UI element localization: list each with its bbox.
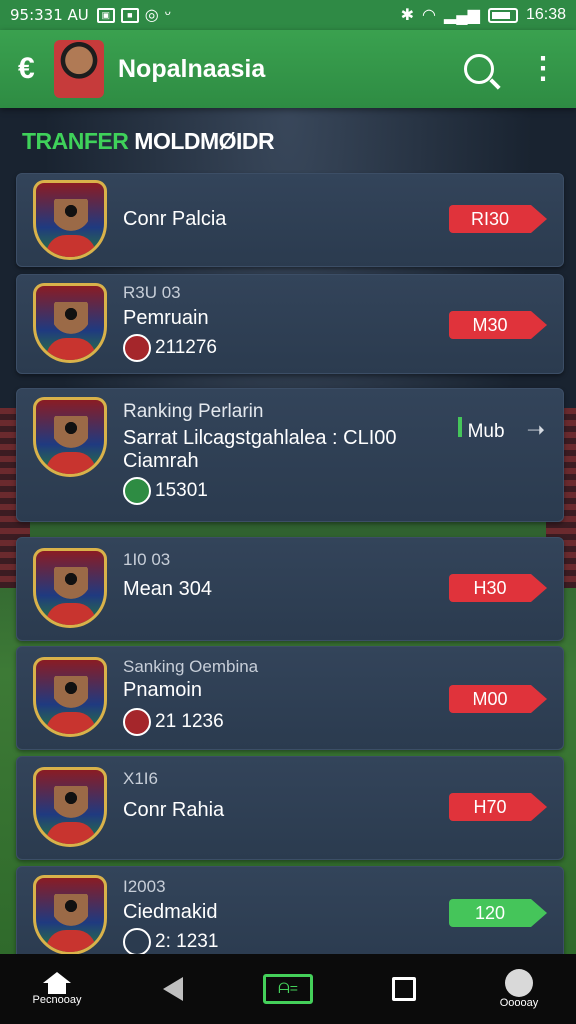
list-item[interactable]: I2003 Ciedmakid 2: 1231 120 bbox=[16, 866, 564, 966]
player-badge bbox=[33, 875, 107, 955]
back-icon[interactable]: € bbox=[18, 52, 48, 86]
player-stat: 21 1236 bbox=[155, 711, 224, 732]
player-meta: Sanking Oembina bbox=[123, 657, 259, 676]
app-bar: € Nopalnaasia ⋮ bbox=[0, 30, 576, 108]
price-label: 120 bbox=[449, 899, 531, 927]
person-icon bbox=[505, 969, 533, 997]
nav-home-label: Pecnooay bbox=[32, 994, 82, 1006]
signal-icon: ▂▄▆ bbox=[444, 7, 480, 24]
list-item[interactable]: X1I6 Conr Rahia H70 bbox=[16, 756, 564, 860]
image-icon: ▣ bbox=[96, 7, 115, 23]
status-time: 95:331 AU bbox=[10, 6, 89, 24]
back-triangle-icon bbox=[162, 977, 183, 1001]
list-item[interactable]: Ranking Perlarin Sarrat Lilcagstgahlalea… bbox=[16, 388, 564, 522]
player-meta: R3U 03 bbox=[123, 283, 181, 302]
nav-screen[interactable]: ᗩ= bbox=[253, 974, 323, 1004]
stat-icon bbox=[123, 477, 151, 505]
price-label: RI30 bbox=[449, 205, 531, 233]
battery-icon bbox=[487, 7, 518, 23]
player-name-secondary: Ciamrah bbox=[123, 450, 199, 472]
price-button[interactable]: H30 bbox=[449, 574, 547, 602]
list-item[interactable]: R3U 03 Pemruain 211276 M30 bbox=[16, 274, 564, 374]
player-meta: Ranking Perlarin bbox=[123, 401, 264, 422]
price-button[interactable]: RI30 bbox=[449, 205, 547, 233]
player-name: Mean 304 bbox=[123, 578, 212, 600]
home-icon bbox=[43, 972, 71, 994]
app-title: Nopalnaasia bbox=[118, 54, 266, 83]
player-name: Conr Palcia bbox=[123, 208, 227, 230]
player-meta: X1I6 bbox=[123, 769, 158, 788]
screen-icon: ᗩ= bbox=[263, 974, 313, 1004]
forward-arrow-icon: ➝ bbox=[526, 417, 545, 442]
player-name: Ciedmakid bbox=[123, 901, 218, 923]
price-label: H30 bbox=[449, 574, 531, 602]
nav-profile[interactable]: Ooooay bbox=[484, 969, 554, 1009]
player-badge bbox=[33, 283, 107, 363]
list-item[interactable]: Sanking Oembina Pnamoin 21 1236 M00 bbox=[16, 646, 564, 750]
status-bar: 95:331 AU ▣ ■ ◎ ᵕ ✱ ◠ ▂▄▆ 16:38 bbox=[0, 0, 576, 30]
player-stat: 15301 bbox=[155, 480, 208, 501]
more-menu-icon[interactable]: ⋮ bbox=[528, 54, 558, 84]
stat-icon bbox=[123, 928, 151, 956]
list-item[interactable]: Conr Palcia RI30 bbox=[16, 173, 564, 267]
price-label: M00 bbox=[449, 685, 531, 713]
player-badge bbox=[33, 180, 107, 260]
avatar[interactable] bbox=[54, 40, 104, 98]
mub-action[interactable]: Mub ➝ bbox=[457, 417, 545, 443]
price-button[interactable]: M30 bbox=[449, 311, 547, 339]
status-right-time: 16:38 bbox=[525, 6, 566, 23]
price-button[interactable]: 120 bbox=[449, 899, 547, 927]
player-meta: 1I0 03 bbox=[123, 550, 171, 569]
dot-icon: ᵕ bbox=[164, 6, 171, 23]
player-badge bbox=[33, 397, 107, 477]
square-icon bbox=[391, 977, 416, 1001]
nav-home[interactable]: Pecnooay bbox=[22, 972, 92, 1006]
player-stat: 2: 1231 bbox=[155, 931, 219, 952]
price-label: M30 bbox=[449, 311, 531, 339]
player-badge bbox=[33, 657, 107, 737]
nav-back[interactable] bbox=[138, 977, 208, 1001]
player-badge bbox=[33, 548, 107, 628]
wifi-icon: ◠ bbox=[422, 7, 436, 24]
bluetooth-icon: ✱ bbox=[400, 7, 415, 24]
nav-recents[interactable] bbox=[369, 977, 439, 1001]
box-icon: ■ bbox=[120, 7, 139, 23]
player-name: Pemruain bbox=[123, 307, 209, 329]
player-name: Pnamoin bbox=[123, 679, 202, 701]
player-stat: 211276 bbox=[155, 337, 217, 358]
player-name: Conr Rahia bbox=[123, 799, 225, 821]
page-title: TRANFER MOLDMØIDR bbox=[22, 128, 275, 155]
price-button[interactable]: M00 bbox=[449, 685, 547, 713]
player-meta: I2003 bbox=[123, 877, 166, 896]
search-icon[interactable] bbox=[464, 54, 494, 84]
page-title-green: TRANFER bbox=[22, 128, 129, 154]
mub-label: Mub bbox=[467, 421, 505, 442]
stat-icon bbox=[123, 334, 151, 362]
player-name: Sarrat Lilcagstgahlalea : CLI00 bbox=[123, 427, 397, 449]
nav-profile-label: Ooooay bbox=[499, 997, 539, 1009]
price-label: H70 bbox=[449, 793, 531, 821]
list-item[interactable]: 1I0 03 Mean 304 H30 bbox=[16, 537, 564, 641]
player-badge bbox=[33, 767, 107, 847]
bottom-nav: Pecnooay ᗩ= Ooooay bbox=[0, 954, 576, 1024]
price-button[interactable]: H70 bbox=[449, 793, 547, 821]
stat-icon bbox=[123, 708, 151, 736]
page-title-white: MOLDMØIDR bbox=[128, 128, 275, 154]
circle-icon: ◎ bbox=[144, 7, 159, 24]
